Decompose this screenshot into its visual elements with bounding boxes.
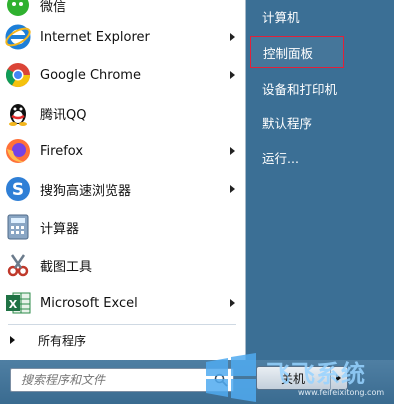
right-item-devices-and-printers[interactable]: 设备和打印机 (250, 74, 390, 102)
submenu-arrow-icon[interactable] (230, 299, 235, 307)
right-item-default-programs[interactable]: 默认程序 (250, 108, 390, 136)
snipping-tool-icon (3, 250, 33, 280)
right-item-label: 默认程序 (262, 115, 313, 131)
sogou-browser-icon: S (3, 174, 33, 204)
program-label: 搜狗高速浏览器 (40, 183, 132, 199)
program-label: 截图工具 (40, 259, 93, 275)
program-item-microsoft-excel[interactable]: X Microsoft Excel (0, 284, 245, 322)
svg-text:S: S (12, 180, 24, 200)
program-item-calculator[interactable]: 计算器 (0, 208, 245, 246)
firefox-icon (3, 136, 33, 166)
start-menu-system-pane: 计算机 控制面板 设备和打印机 默认程序 运行... (246, 0, 394, 360)
program-item-snipping-tool[interactable]: 截图工具 (0, 246, 245, 284)
excel-icon: X (3, 288, 33, 318)
program-label: 微信 (40, 0, 67, 15)
svg-text:X: X (9, 298, 18, 311)
watermark-brand: 飞飞系统 (266, 360, 366, 388)
qq-icon (3, 98, 33, 128)
program-item-internet-explorer[interactable]: Internet Explorer (0, 18, 245, 56)
all-programs-button[interactable]: 所有程序 (0, 325, 245, 355)
right-item-computer[interactable]: 计算机 (250, 2, 390, 30)
program-label: 计算器 (40, 221, 80, 237)
all-programs-label: 所有程序 (38, 333, 87, 348)
submenu-arrow-icon[interactable] (230, 33, 235, 41)
submenu-arrow-icon[interactable] (230, 147, 235, 155)
submenu-arrow-icon[interactable] (230, 71, 235, 79)
windows-logo-icon (206, 353, 256, 402)
right-item-label: 控制面板 (263, 45, 314, 61)
program-item-firefox[interactable]: Firefox (0, 132, 245, 170)
program-label: Google Chrome (40, 67, 141, 83)
right-item-label: 计算机 (262, 9, 300, 25)
triangle-right-icon (10, 336, 15, 344)
chrome-icon (3, 60, 33, 90)
right-item-control-panel[interactable]: 控制面板 (250, 36, 344, 68)
program-item-google-chrome[interactable]: Google Chrome (0, 56, 245, 94)
program-label: Internet Explorer (40, 29, 150, 45)
wechat-icon (3, 0, 33, 20)
right-item-label: 设备和打印机 (262, 81, 338, 97)
ie-icon (3, 22, 33, 52)
program-item-sogou-browser[interactable]: S 搜狗高速浏览器 (0, 170, 245, 208)
submenu-arrow-icon[interactable] (230, 185, 235, 193)
program-label: Firefox (40, 143, 84, 159)
right-item-label: 运行... (262, 150, 299, 166)
program-label: 腾讯QQ (40, 107, 87, 123)
calculator-icon (3, 212, 33, 242)
start-menu-programs-pane: 微信 Internet Explorer Google Chrome 腾讯QQ … (0, 0, 246, 360)
watermark-url: www.feifeixitong.com (298, 388, 385, 397)
watermark: 飞飞系统 www.feifeixitong.com (200, 352, 394, 404)
right-item-run[interactable]: 运行... (250, 143, 390, 171)
search-input[interactable] (19, 371, 213, 389)
program-label: Microsoft Excel (40, 295, 138, 311)
program-item-qq[interactable]: 腾讯QQ (0, 94, 245, 132)
